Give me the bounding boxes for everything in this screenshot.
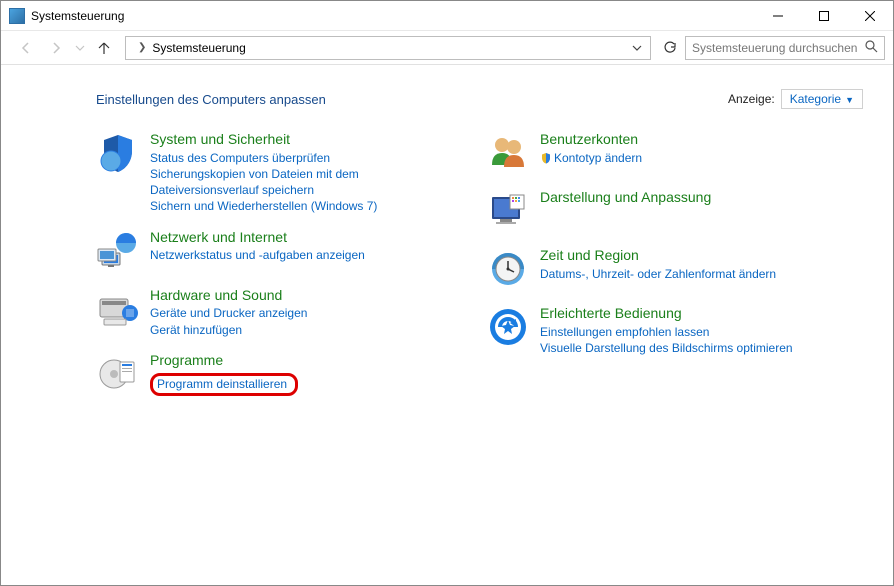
- category-title[interactable]: Netzwerk und Internet: [150, 229, 446, 246]
- ease-icon: [486, 305, 530, 349]
- up-button[interactable]: [91, 35, 117, 61]
- address-history-button[interactable]: [626, 37, 648, 59]
- category-network: Netzwerk und InternetNetzwerkstatus und …: [96, 229, 446, 273]
- category-link[interactable]: Status des Computers überprüfen: [150, 150, 446, 166]
- category-link[interactable]: Gerät hinzufügen: [150, 322, 446, 338]
- category-link[interactable]: Netzwerkstatus und -aufgaben anzeigen: [150, 247, 446, 263]
- category-title[interactable]: Darstellung und Anpassung: [540, 189, 836, 206]
- category-columns: System und Sicherheit Status des Computer…: [96, 131, 863, 410]
- category-ease: Erleichterte Bedienung Einstellungen empf…: [486, 305, 836, 356]
- minimize-button[interactable]: [755, 1, 801, 31]
- page-title: Einstellungen des Computers anpassen: [96, 92, 728, 107]
- category-link[interactable]: Einstellungen empfohlen lassen: [540, 324, 836, 340]
- category-link[interactable]: Programm deinstallieren: [157, 376, 287, 392]
- chevron-right-icon[interactable]: ❯: [138, 42, 146, 53]
- category-title[interactable]: Erleichterte Bedienung: [540, 305, 836, 322]
- control-panel-window: Systemsteuerung ❯ Systemsteuerung: [0, 0, 894, 586]
- category-column-2: Benutzerkonten Kontotyp ändern Darstellung…: [486, 131, 836, 410]
- back-button[interactable]: [13, 35, 39, 61]
- category-title[interactable]: Zeit und Region: [540, 247, 836, 264]
- hardware-icon: [96, 287, 140, 331]
- content-header: Einstellungen des Computers anpassen Anz…: [96, 89, 863, 109]
- category-shield: System und Sicherheit Status des Computer…: [96, 131, 446, 215]
- control-panel-icon: [9, 8, 25, 24]
- address-bar[interactable]: ❯ Systemsteuerung: [125, 36, 651, 60]
- recent-dropdown-button[interactable]: [73, 35, 87, 61]
- users-icon: [486, 131, 530, 175]
- category-column-1: System und Sicherheit Status des Computer…: [96, 131, 446, 410]
- programs-icon: [96, 352, 140, 396]
- viewby-value: Kategorie: [790, 92, 841, 106]
- category-programs: Programme Programm deinstallieren: [96, 352, 446, 396]
- highlight-callout: Programm deinstallieren: [150, 373, 298, 396]
- search-input[interactable]: Systemsteuerung durchsuchen: [685, 36, 885, 60]
- category-link[interactable]: Geräte und Drucker anzeigen: [150, 305, 446, 321]
- titlebar: Systemsteuerung: [1, 1, 893, 31]
- category-link[interactable]: Visuelle Darstellung des Bildschirms opt…: [540, 340, 836, 356]
- search-icon: [865, 40, 878, 56]
- chevron-down-icon: ▼: [845, 95, 854, 105]
- search-placeholder: Systemsteuerung durchsuchen: [692, 41, 857, 55]
- category-appearance: Darstellung und Anpassung: [486, 189, 836, 233]
- category-link[interactable]: Kontotyp ändern: [540, 150, 836, 166]
- clock-icon: [486, 247, 530, 291]
- category-users: Benutzerkonten Kontotyp ändern: [486, 131, 836, 175]
- category-title[interactable]: System und Sicherheit: [150, 131, 446, 148]
- category-link[interactable]: Sicherungskopien von Dateien mit dem Dat…: [150, 166, 446, 198]
- window-title: Systemsteuerung: [31, 9, 124, 23]
- category-hardware: Hardware und SoundGeräte und Drucker anz…: [96, 287, 446, 338]
- maximize-button[interactable]: [801, 1, 847, 31]
- network-icon: [96, 229, 140, 273]
- category-title[interactable]: Hardware und Sound: [150, 287, 446, 304]
- category-link[interactable]: Sichern und Wiederherstellen (Windows 7): [150, 198, 446, 214]
- shield-icon: [96, 131, 140, 175]
- refresh-button[interactable]: [659, 37, 681, 59]
- breadcrumb[interactable]: Systemsteuerung: [150, 41, 247, 55]
- category-title[interactable]: Programme: [150, 352, 446, 369]
- viewby-dropdown[interactable]: Kategorie ▼: [781, 89, 863, 109]
- category-link[interactable]: Datums-, Uhrzeit- oder Zahlenformat ände…: [540, 266, 836, 282]
- category-title[interactable]: Benutzerkonten: [540, 131, 836, 148]
- forward-button[interactable]: [43, 35, 69, 61]
- appearance-icon: [486, 189, 530, 233]
- nav-toolbar: ❯ Systemsteuerung Systemsteuerung durchs…: [1, 31, 893, 65]
- close-button[interactable]: [847, 1, 893, 31]
- viewby-label: Anzeige:: [728, 92, 775, 106]
- category-clock: Zeit und Region Datums-, Uhrzeit- oder Za…: [486, 247, 836, 291]
- content-area: Einstellungen des Computers anpassen Anz…: [1, 65, 893, 585]
